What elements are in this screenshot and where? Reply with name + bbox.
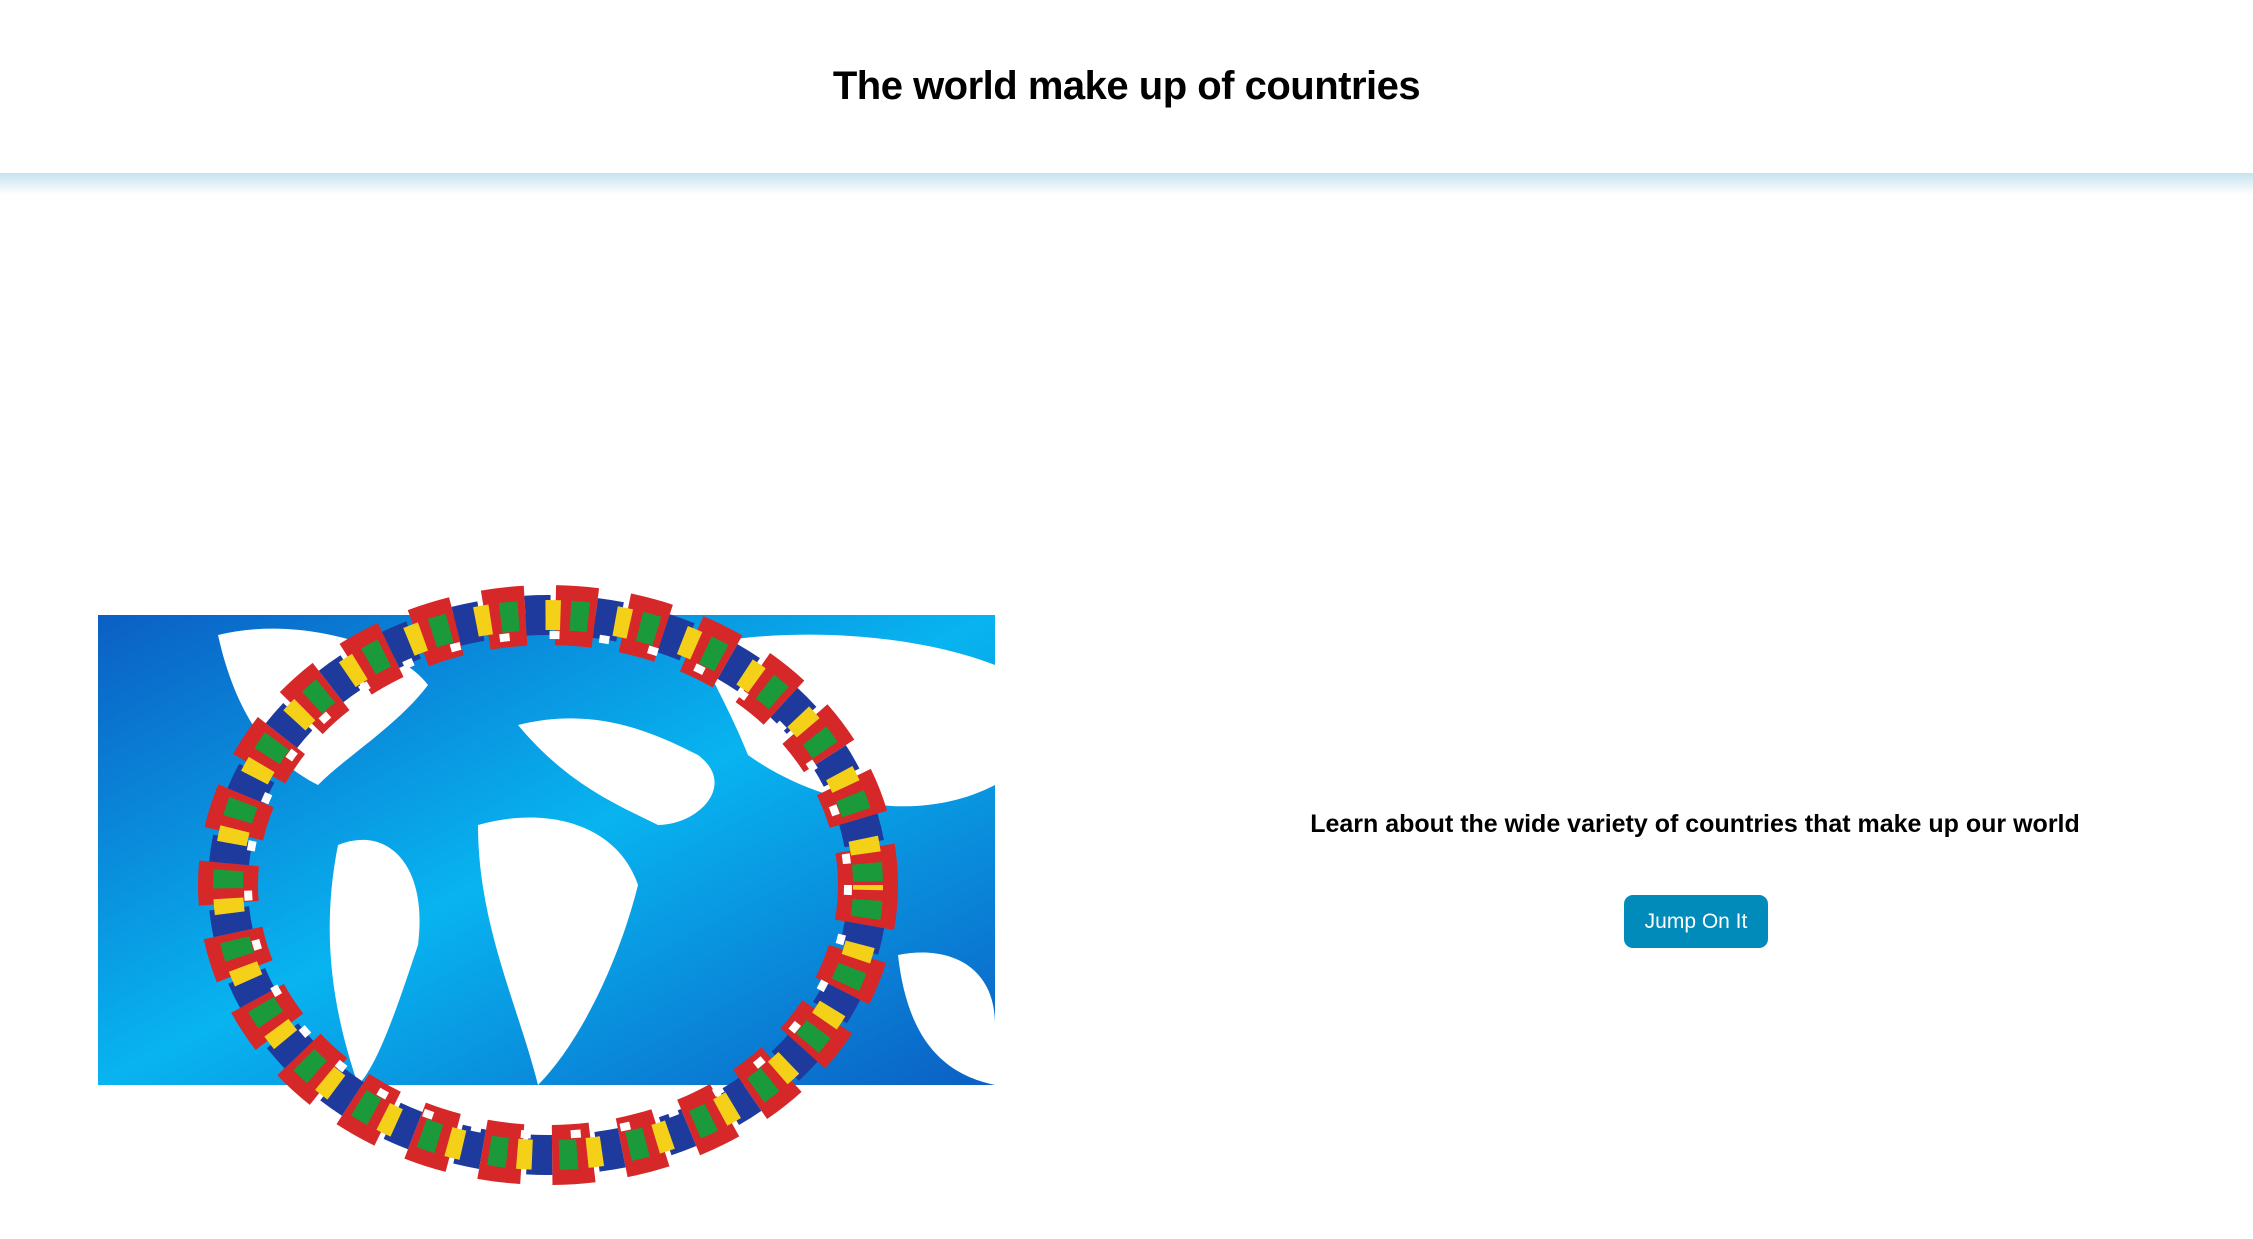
tagline: Learn about the wide variety of countrie…	[1310, 810, 2080, 838]
header-shadow	[0, 173, 2253, 195]
page-title: The world make up of countries	[832, 64, 1421, 108]
jump-on-it-button[interactable]: Jump On It	[1624, 895, 1768, 948]
page-header: The world make up of countries	[0, 0, 2253, 173]
world-flags-image	[98, 585, 995, 1185]
